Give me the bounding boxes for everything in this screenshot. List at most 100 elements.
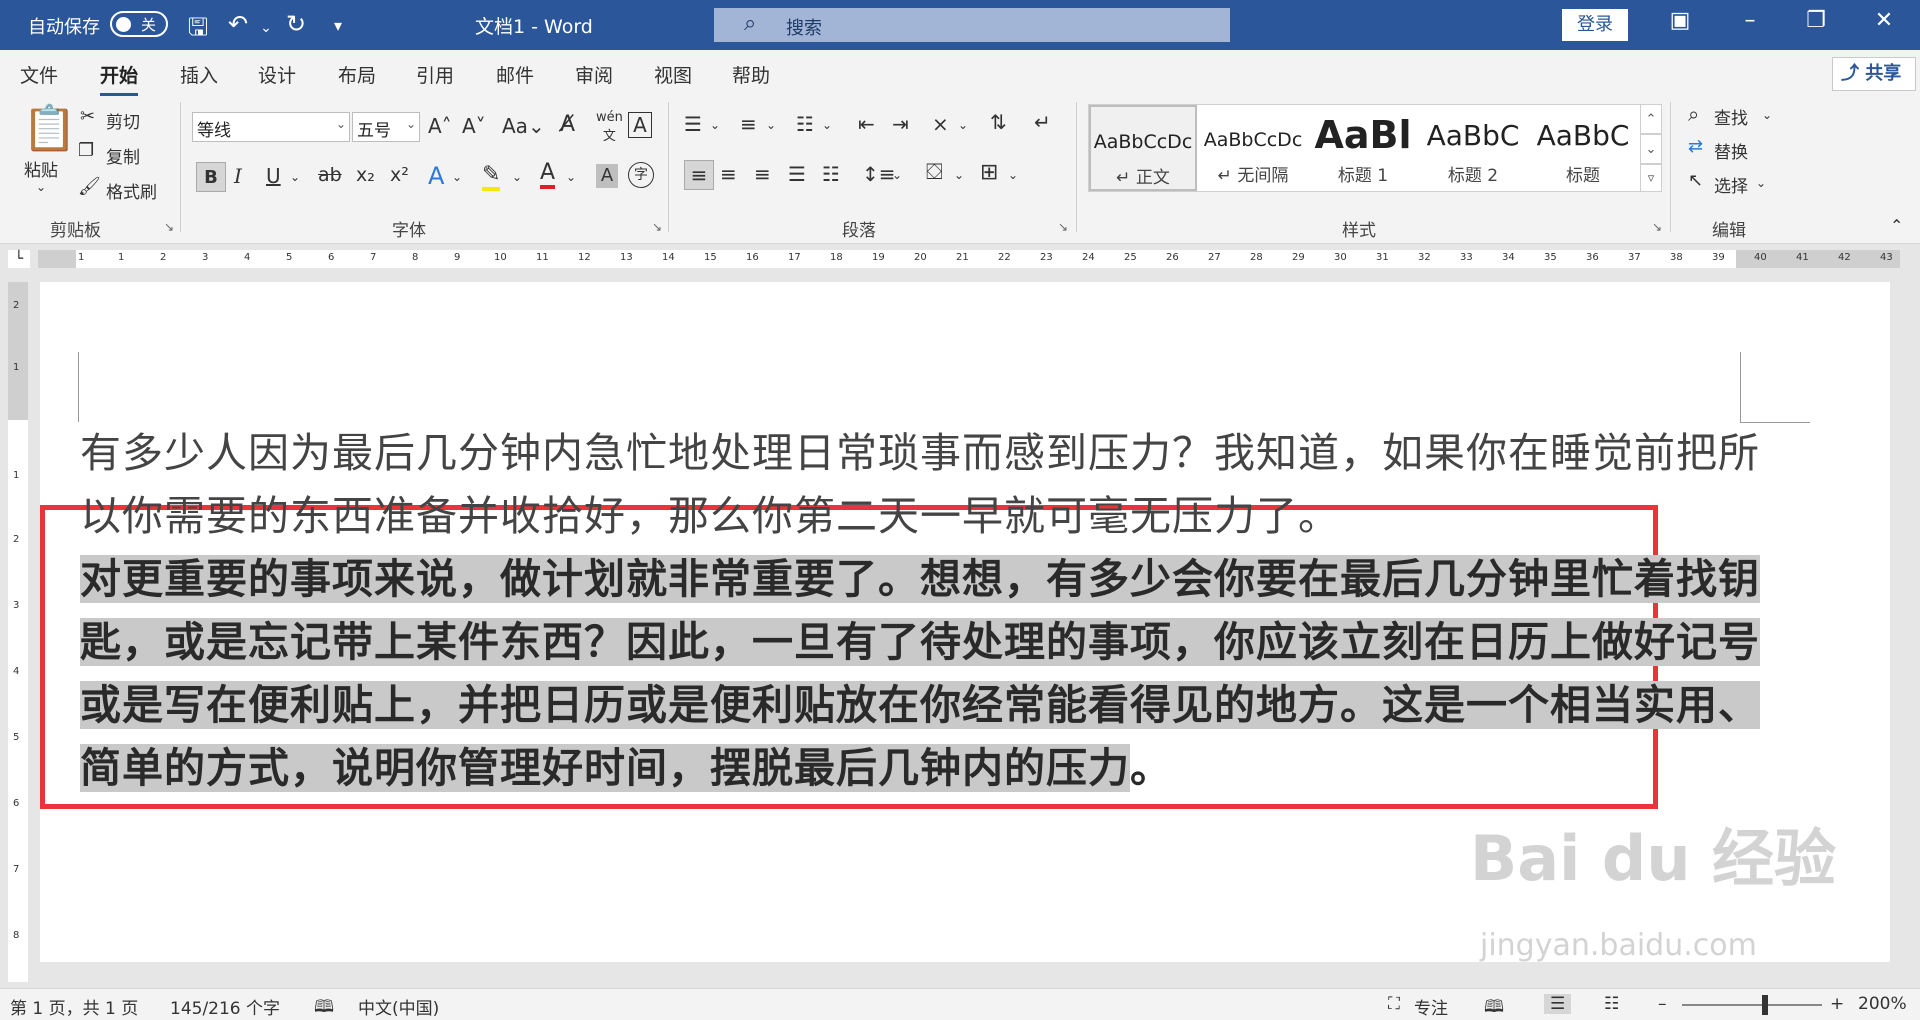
copy-icon[interactable]: ❐ — [78, 140, 94, 161]
tab-help[interactable]: 帮助 — [732, 61, 770, 88]
clear-formatting-icon[interactable]: A̸ — [560, 112, 575, 137]
format-painter-button[interactable]: 格式刷 — [106, 178, 157, 203]
web-layout-icon[interactable]: ☷ — [1604, 994, 1619, 1014]
shrink-font-icon[interactable]: A˅ — [462, 114, 486, 138]
search-box[interactable]: ⌕ 搜索 — [714, 8, 1230, 42]
bullets-dropdown-icon[interactable]: ⌄ — [710, 118, 720, 132]
paragraph-1[interactable]: 有多少人因为最后几分钟内急忙地处理日常琐事而感到压力？我知道，如果你在睡觉前把所… — [80, 422, 1760, 548]
multilevel-list-icon[interactable]: ☷ — [796, 112, 814, 136]
ribbon-display-icon[interactable]: ▣ — [1660, 8, 1700, 33]
tab-references[interactable]: 引用 — [416, 61, 454, 88]
ruler-bar[interactable]: 1 1 2 3 4 5 6 7 8 9 10 11 12 13 14 15 16… — [38, 250, 1900, 268]
underline-icon[interactable]: U — [266, 164, 281, 188]
underline-dropdown-icon[interactable]: ⌄ — [290, 170, 300, 184]
chinese-layout-dropdown-icon[interactable]: ⌄ — [958, 118, 968, 132]
phonetic-guide-icon[interactable]: wén 文 — [596, 110, 623, 144]
borders-icon[interactable]: ⊞ — [980, 160, 998, 185]
save-icon[interactable]: 🖫 — [182, 10, 214, 51]
gallery-more-icon[interactable]: ▿ — [1640, 164, 1662, 192]
replace-button[interactable]: 替换 — [1714, 138, 1748, 163]
page-count[interactable]: 第 1 页，共 1 页 — [10, 994, 138, 1019]
style-no-spacing[interactable]: AaBbCcDc ↵ 无间隔 — [1199, 105, 1307, 191]
cut-button[interactable]: 剪切 — [106, 108, 140, 133]
chinese-layout-icon[interactable]: ⨯ — [932, 112, 949, 136]
style-normal[interactable]: AaBbCcDc ↵ 正文 — [1089, 105, 1197, 191]
language[interactable]: 中文(中国) — [358, 994, 439, 1019]
tab-view[interactable]: 视图 — [654, 61, 692, 88]
selected-text[interactable]: 对更重要的事项来说，做计划就非常重要了。想想，有多少会你要在最后几分钟里忙着找钥… — [80, 555, 1760, 792]
justify-icon[interactable]: ☰ — [788, 162, 806, 186]
replace-icon[interactable]: ⇄ — [1688, 136, 1703, 157]
proofing-icon[interactable]: 🕮 — [314, 994, 334, 1020]
distributed-icon[interactable]: ☷ — [822, 162, 840, 186]
focus-icon[interactable]: ⛶ — [1388, 994, 1400, 1014]
borders-dropdown-icon[interactable]: ⌄ — [1008, 168, 1018, 182]
tab-mailings[interactable]: 邮件 — [496, 61, 534, 88]
align-right-icon[interactable]: ≡ — [754, 162, 771, 186]
tab-design[interactable]: 设计 — [258, 61, 296, 88]
increase-indent-icon[interactable]: ⇥ — [892, 112, 909, 136]
undo-dropdown-icon[interactable]: ⌄ — [250, 20, 282, 36]
character-shading-icon[interactable]: A — [596, 164, 618, 188]
numbering-icon[interactable]: ≡ — [740, 112, 757, 136]
paste-icon[interactable]: 📋 — [22, 102, 77, 154]
format-painter-icon[interactable]: 🖌 — [78, 176, 101, 197]
styles-launcher-icon[interactable]: ↘ — [1652, 220, 1662, 234]
decrease-indent-icon[interactable]: ⇤ — [858, 112, 875, 136]
line-spacing-icon[interactable]: ↕≡ — [862, 162, 896, 186]
subscript-icon[interactable]: x₂ — [356, 164, 375, 186]
find-button[interactable]: 查找 — [1714, 104, 1748, 129]
cut-icon[interactable]: ✂ — [80, 106, 95, 127]
paragraph-2[interactable]: 对更重要的事项来说，做计划就非常重要了。想想，有多少会你要在最后几分钟里忙着找钥… — [80, 548, 1760, 800]
shading-icon[interactable]: ⛋ — [926, 160, 943, 185]
document-page[interactable]: 有多少人因为最后几分钟内急忙地处理日常琐事而感到压力？我知道，如果你在睡觉前把所… — [40, 282, 1890, 963]
zoom-slider[interactable] — [1682, 1004, 1822, 1006]
customize-toolbar-icon[interactable]: ▾ — [322, 16, 354, 35]
paste-dropdown-icon[interactable]: ⌄ — [36, 180, 46, 194]
read-mode-icon[interactable]: 🕮 — [1484, 994, 1504, 1020]
style-heading-1[interactable]: AaBl 标题 1 — [1309, 105, 1417, 191]
tab-layout[interactable]: 布局 — [338, 61, 376, 88]
line-spacing-dropdown-icon[interactable]: ⌄ — [892, 168, 902, 182]
character-border-icon[interactable]: A — [628, 112, 652, 138]
multilevel-dropdown-icon[interactable]: ⌄ — [822, 118, 832, 132]
collapse-ribbon-icon[interactable]: ⌃ — [1890, 216, 1903, 235]
strikethrough-icon[interactable]: ab — [318, 164, 342, 186]
minimize-icon[interactable]: – — [1730, 8, 1770, 33]
zoom-out-icon[interactable]: – — [1658, 994, 1667, 1014]
share-button[interactable]: ⤴ 共享 — [1832, 57, 1916, 91]
print-layout-icon[interactable]: ☰ — [1544, 994, 1572, 1014]
highlight-dropdown-icon[interactable]: ⌄ — [512, 170, 522, 184]
zoom-level[interactable]: 200% — [1858, 994, 1907, 1014]
change-case-icon[interactable]: Aa⌄ — [502, 114, 545, 138]
bullets-icon[interactable]: ☰ — [684, 112, 702, 136]
vertical-scrollbar[interactable] — [1900, 282, 1920, 982]
font-size-combo[interactable]: 五号 ⌄ — [352, 112, 420, 142]
focus-mode[interactable]: 专注 — [1414, 994, 1448, 1019]
restore-icon[interactable]: ❐ — [1796, 8, 1836, 33]
shading-dropdown-icon[interactable]: ⌄ — [954, 168, 964, 182]
font-color-dropdown-icon[interactable]: ⌄ — [566, 170, 576, 184]
tab-review[interactable]: 审阅 — [575, 61, 613, 88]
superscript-icon[interactable]: x² — [390, 164, 409, 186]
tab-selector-icon[interactable]: └ — [8, 250, 30, 268]
clipboard-launcher-icon[interactable]: ↘ — [164, 220, 174, 234]
tab-insert[interactable]: 插入 — [180, 61, 218, 88]
select-button[interactable]: 选择 — [1714, 172, 1748, 197]
login-button[interactable]: 登录 — [1562, 9, 1628, 41]
autosave-toggle[interactable]: 关 — [110, 11, 168, 37]
close-icon[interactable]: ✕ — [1864, 8, 1904, 33]
show-formatting-icon[interactable]: ↵ — [1034, 110, 1051, 134]
font-color-icon[interactable]: A — [540, 160, 556, 189]
select-dropdown-icon[interactable]: ⌄ — [1756, 176, 1766, 190]
numbering-dropdown-icon[interactable]: ⌄ — [766, 118, 776, 132]
redo-icon[interactable]: ↻ — [280, 10, 312, 38]
zoom-slider-thumb[interactable] — [1762, 995, 1768, 1015]
word-count[interactable]: 145/216 个字 — [170, 994, 280, 1019]
gallery-down-icon[interactable]: ⌄ — [1640, 134, 1662, 164]
vertical-ruler[interactable]: 2 1 1 2 3 4 5 6 7 8 — [8, 282, 28, 982]
bold-icon[interactable]: B — [196, 162, 226, 192]
gallery-up-icon[interactable]: ⌃ — [1640, 104, 1662, 134]
sort-icon[interactable]: ⇅ — [990, 110, 1007, 134]
grow-font-icon[interactable]: A˄ — [428, 114, 452, 138]
